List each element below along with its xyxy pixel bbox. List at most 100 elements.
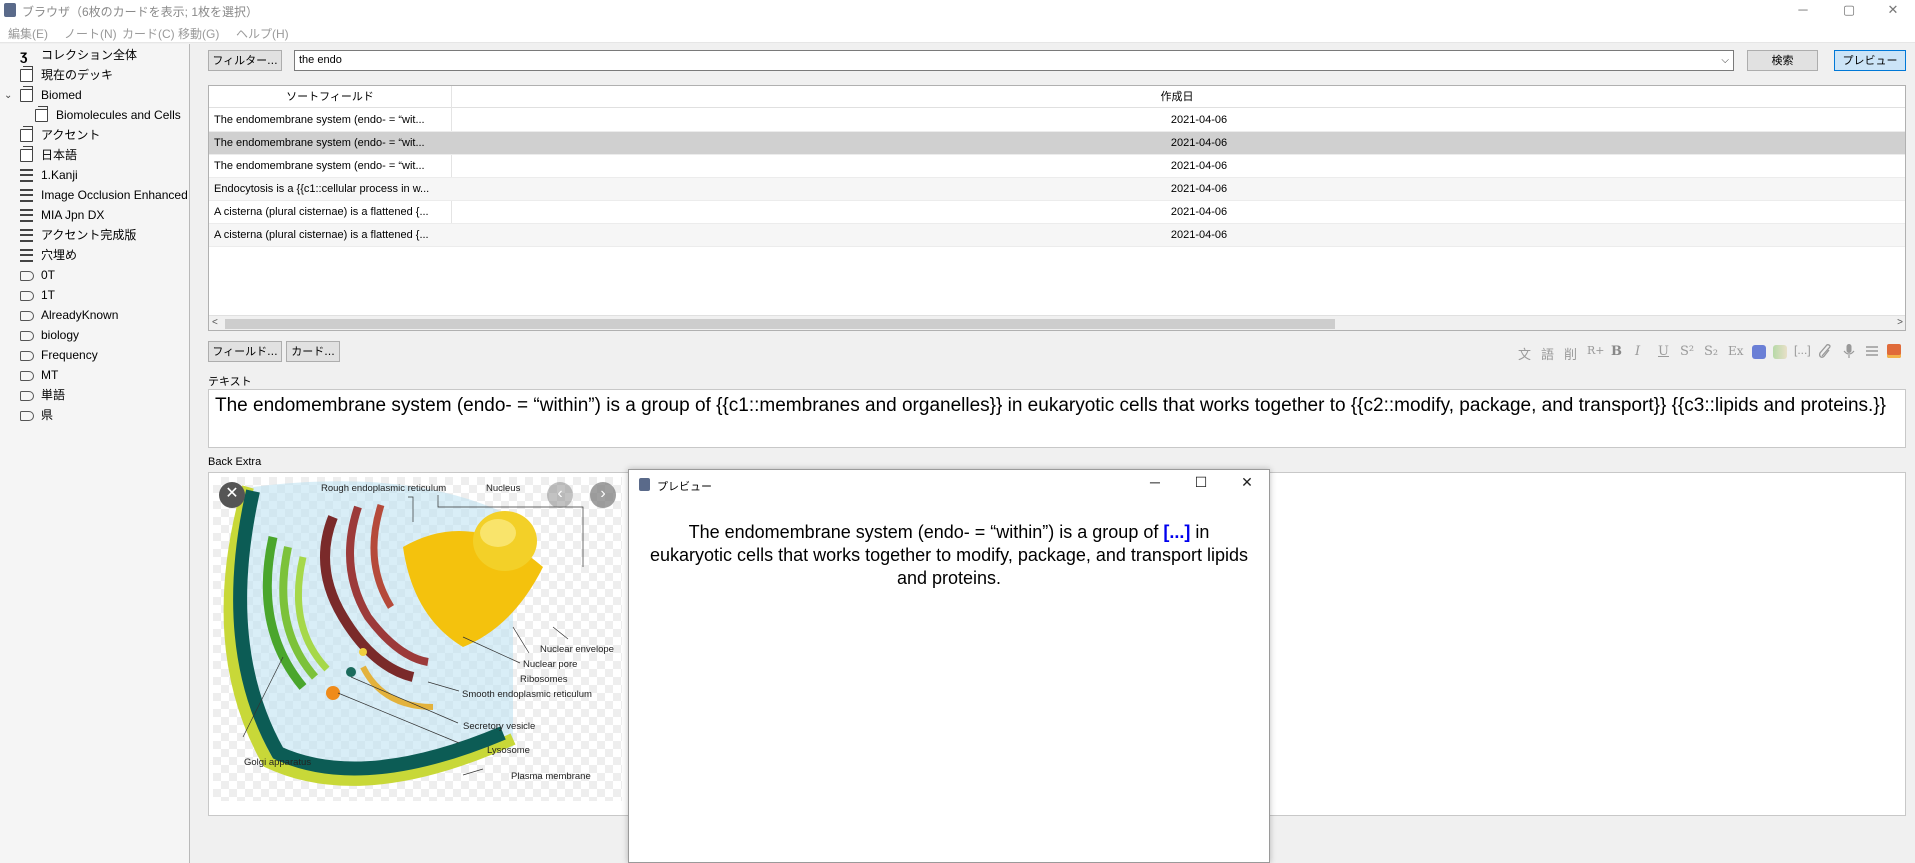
sidebar-item-label: Frequency: [41, 348, 98, 362]
sidebar-item-tag-1t[interactable]: 1T: [0, 286, 189, 305]
clear-format-icon[interactable]: Ex: [1728, 344, 1744, 358]
attach-icon[interactable]: [1818, 344, 1832, 359]
sidebar-item-label: 1T: [41, 288, 56, 302]
collection-icon: ʒ: [20, 47, 28, 63]
chevron-right-icon[interactable]: ›: [590, 482, 616, 508]
horizontal-scrollbar[interactable]: < >: [209, 315, 1905, 330]
preview-button[interactable]: プレビュー: [1834, 50, 1906, 71]
text-field-label: テキスト: [208, 376, 252, 388]
label-nuclear-envelope: Nuclear envelope: [540, 644, 614, 655]
table-row[interactable]: The endomembrane system (endo- = “wit...…: [209, 155, 1905, 178]
sidebar-item-label: Biomed: [41, 88, 82, 102]
sidebar-item-tag-biology[interactable]: biology: [0, 326, 189, 345]
sidebar-item-label: 現在のデッキ: [41, 68, 114, 82]
menu-help[interactable]: ヘルプ(H): [236, 25, 289, 42]
column-header-sort-field[interactable]: ソートフィールド: [209, 86, 451, 108]
sidebar-item-label: アクセント: [41, 128, 101, 142]
deck-icon: [35, 106, 48, 122]
sidebar-item-tag-frequency[interactable]: Frequency: [0, 346, 189, 365]
preview-maximize-button[interactable]: ☐: [1186, 474, 1216, 491]
sidebar-item-label: コレクション全体: [41, 48, 138, 62]
sidebar-item-tag-tango[interactable]: 単語: [0, 386, 189, 405]
cell-sort-field: The endomembrane system (endo- = “wit...: [214, 160, 425, 172]
label-smooth-er: Smooth endoplasmic reticulum: [462, 689, 592, 700]
kanji-reading-icon[interactable]: 語: [1541, 344, 1554, 363]
filter-button[interactable]: フィルター...: [208, 50, 282, 71]
tag-icon: [20, 391, 34, 401]
sidebar-item-mia-jpn[interactable]: MIA Jpn DX: [0, 206, 189, 225]
menu-go[interactable]: 移動(G): [178, 25, 219, 42]
preview-close-button[interactable]: ✕: [1232, 474, 1262, 491]
html-editor-icon[interactable]: [1887, 344, 1901, 358]
close-icon[interactable]: ✕: [219, 482, 245, 508]
menu-note[interactable]: ノート(N): [64, 25, 117, 42]
sidebar-item-biomolecules[interactable]: Biomolecules and Cells: [0, 106, 189, 125]
microphone-icon[interactable]: [1843, 343, 1855, 359]
restore-button[interactable]: ▢: [1826, 0, 1872, 21]
reading-plus-icon[interactable]: R+: [1587, 344, 1605, 357]
search-input[interactable]: the endo ⌵: [294, 50, 1734, 71]
tag-icon: [20, 291, 34, 301]
sidebar-item-tag-alreadyknown[interactable]: AlreadyKnown: [0, 306, 189, 325]
scrollbar-thumb[interactable]: [225, 319, 1335, 329]
sidebar-item-japanese[interactable]: 日本語: [0, 146, 189, 165]
underline-icon[interactable]: U: [1658, 344, 1669, 359]
close-button[interactable]: ✕: [1870, 0, 1915, 21]
sidebar-item-tag-0t[interactable]: 0T: [0, 266, 189, 285]
chevron-left-icon[interactable]: ‹: [547, 482, 573, 508]
menu-lines-icon[interactable]: [1865, 345, 1879, 357]
menu-edit[interactable]: 編集(E): [8, 25, 48, 42]
sidebar-item-image-occlusion[interactable]: Image Occlusion Enhanced: [0, 186, 189, 205]
scroll-right-icon[interactable]: >: [1897, 317, 1903, 328]
fields-button[interactable]: フィールド...: [208, 341, 282, 362]
sidebar-item-collection[interactable]: ʒ コレクション全体: [0, 46, 189, 65]
sidebar-item-tag-mt[interactable]: MT: [0, 366, 189, 385]
cards-button[interactable]: カード...: [286, 341, 340, 362]
table-row[interactable]: A cisterna (plural cisternae) is a flatt…: [209, 224, 1905, 247]
sidebar-item-current-deck[interactable]: 現在のデッキ: [0, 66, 189, 85]
app-icon: [4, 3, 16, 17]
cell-sort-field: A cisterna (plural cisternae) is a flatt…: [214, 229, 429, 241]
sidebar-item-biomed[interactable]: ⌄ Biomed: [0, 86, 189, 105]
cloze-icon[interactable]: [...]: [1794, 343, 1811, 357]
deck-icon: [20, 146, 33, 162]
subscript-icon[interactable]: S₂: [1704, 344, 1718, 359]
sidebar-item-accent[interactable]: アクセント: [0, 126, 189, 145]
tag-icon: [20, 271, 34, 281]
sidebar-item-accent-complete[interactable]: アクセント完成版: [0, 226, 189, 245]
label-secretory-vesicle: Secretory vesicle: [463, 721, 535, 732]
highlight-color-icon[interactable]: [1773, 345, 1787, 359]
table-row[interactable]: The endomembrane system (endo- = “wit...…: [209, 109, 1905, 132]
text-field[interactable]: The endomembrane system (endo- = “within…: [208, 389, 1906, 448]
remove-reading-icon[interactable]: 削: [1564, 344, 1577, 363]
sidebar-item-label: 単語: [41, 388, 66, 402]
italic-icon[interactable]: I: [1635, 344, 1640, 359]
scroll-left-icon[interactable]: <: [212, 317, 218, 328]
menu-card[interactable]: カード(C): [122, 25, 175, 42]
sidebar-item-cloze[interactable]: 穴埋め: [0, 246, 189, 265]
preview-minimize-button[interactable]: ─: [1140, 474, 1170, 490]
menu-bar: 編集(E) ノート(N) カード(C) 移動(G) ヘルプ(H): [0, 21, 1915, 43]
furigana-icon[interactable]: 文: [1518, 344, 1531, 363]
search-button[interactable]: 検索: [1747, 50, 1818, 71]
superscript-icon[interactable]: S²: [1680, 344, 1694, 359]
notetype-icon: [20, 189, 33, 202]
sidebar-item-label: 0T: [41, 268, 56, 282]
minimize-button[interactable]: ─: [1780, 0, 1826, 21]
cell-created: 2021-04-06: [1170, 137, 1228, 149]
sidebar-item-label: 県: [41, 408, 54, 422]
sidebar-item-kanji[interactable]: 1.Kanji: [0, 166, 189, 185]
sidebar-item-label: 日本語: [41, 148, 78, 162]
table-row[interactable]: Endocytosis is a {{c1::cellular process …: [209, 178, 1905, 201]
chevron-down-icon[interactable]: ⌄: [4, 86, 12, 105]
chevron-down-icon[interactable]: ⌵: [1721, 51, 1729, 70]
table-row[interactable]: A cisterna (plural cisternae) is a flatt…: [209, 201, 1905, 224]
table-row[interactable]: The endomembrane system (endo- = “wit...…: [209, 132, 1905, 155]
bold-icon[interactable]: B: [1611, 344, 1622, 359]
cell-created: 2021-04-06: [1170, 160, 1228, 172]
column-header-created[interactable]: 作成日: [452, 86, 1902, 108]
deck-icon: [20, 86, 33, 102]
sidebar-item-tag-ken[interactable]: 県: [0, 406, 189, 425]
label-rough-er: Rough endoplasmic reticulum: [321, 483, 446, 494]
text-color-icon[interactable]: [1752, 345, 1766, 359]
